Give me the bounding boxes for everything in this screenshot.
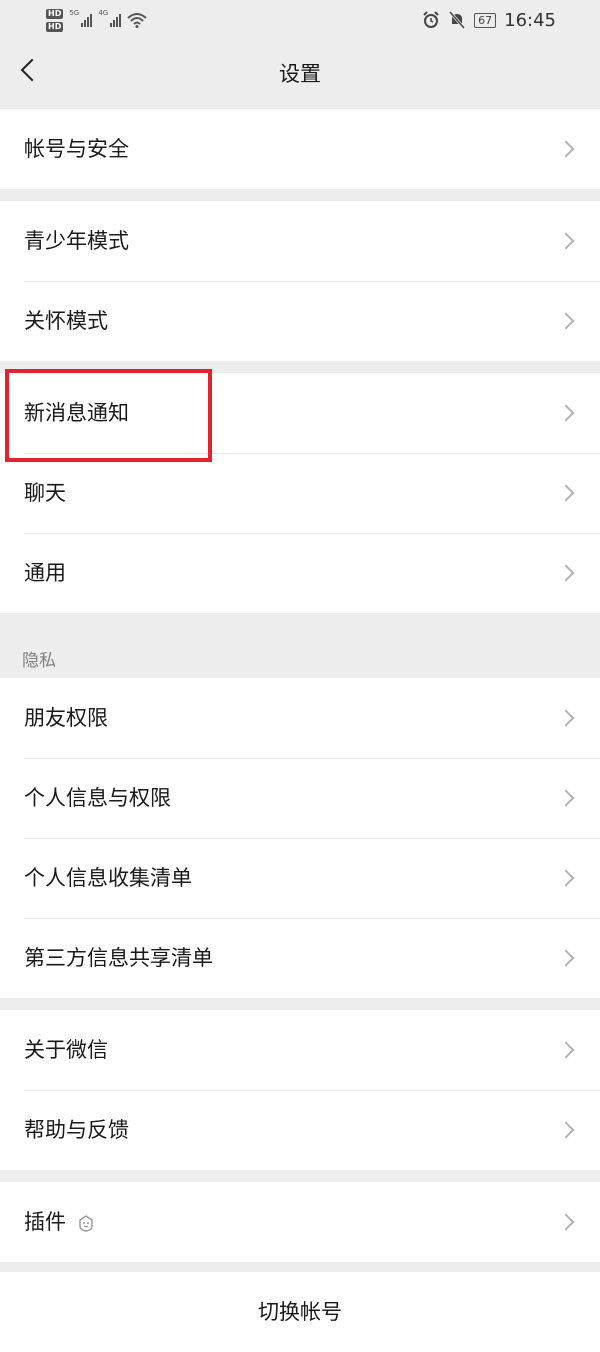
divider <box>24 281 600 282</box>
battery-indicator: 67 <box>474 12 497 28</box>
settings-item-label: 关怀模式 <box>24 309 108 333</box>
settings-item-account-security[interactable]: 帐号与安全 <box>0 109 600 189</box>
settings-group-about: 关于微信 帮助与反馈 <box>0 1010 600 1170</box>
chevron-right-icon <box>557 869 575 887</box>
divider <box>24 533 600 534</box>
settings-item-personal-info-permissions[interactable]: 个人信息与权限 <box>0 758 600 838</box>
settings-item-plugins[interactable]: 插件 <box>0 1182 600 1262</box>
settings-item-label: 第三方信息共享清单 <box>24 946 213 970</box>
settings-item-label: 插件 <box>24 1182 94 1262</box>
settings-item-general[interactable]: 通用 <box>0 533 600 613</box>
settings-group-plugins: 插件 <box>0 1182 600 1262</box>
clock: 16:45 <box>504 9 556 31</box>
switch-account-button[interactable]: 切换帐号 <box>0 1272 600 1352</box>
status-bar: HD HD 5G 4G 67 16:45 <box>0 0 600 40</box>
settings-item-label: 帐号与安全 <box>24 137 129 161</box>
chevron-right-icon <box>557 484 575 502</box>
plugin-badge-icon <box>79 1215 93 1232</box>
settings-item-label: 帮助与反馈 <box>24 1118 129 1142</box>
settings-item-friend-permissions[interactable]: 朋友权限 <box>0 678 600 758</box>
chevron-right-icon <box>557 789 575 807</box>
section-header-privacy: 隐私 <box>22 651 56 671</box>
settings-item-personal-info-collection[interactable]: 个人信息收集清单 <box>0 838 600 918</box>
settings-item-label: 青少年模式 <box>24 229 129 253</box>
wifi-icon <box>127 13 148 28</box>
settings-item-label: 聊天 <box>24 481 66 505</box>
chevron-right-icon <box>557 140 575 158</box>
settings-item-about-wechat[interactable]: 关于微信 <box>0 1010 600 1090</box>
chevron-right-icon <box>557 312 575 330</box>
highlight-box <box>5 369 212 462</box>
chevron-right-icon <box>557 404 575 422</box>
settings-item-help-feedback[interactable]: 帮助与反馈 <box>0 1090 600 1170</box>
signal-5g-icon: 5G <box>69 9 93 27</box>
chevron-right-icon <box>557 949 575 967</box>
mute-bell-icon <box>448 11 466 29</box>
chevron-right-icon <box>557 1121 575 1139</box>
settings-item-label: 个人信息与权限 <box>24 786 171 810</box>
hd-badge: HD <box>46 21 64 32</box>
plugins-label: 插件 <box>24 1210 66 1234</box>
chevron-right-icon <box>557 709 575 727</box>
settings-group-account: 帐号与安全 <box>0 109 600 189</box>
settings-item-care-mode[interactable]: 关怀模式 <box>0 281 600 361</box>
hd-badge: HD <box>46 8 64 19</box>
settings-item-label: 关于微信 <box>24 1038 108 1062</box>
settings-item-label: 朋友权限 <box>24 706 108 730</box>
settings-item-label: 个人信息收集清单 <box>24 866 192 890</box>
settings-item-label: 通用 <box>24 561 66 585</box>
navigation-bar: 设置 <box>0 40 600 108</box>
chevron-right-icon <box>557 564 575 582</box>
status-left: HD HD 5G 4G <box>46 4 148 36</box>
alarm-icon <box>423 11 439 28</box>
chevron-right-icon <box>557 232 575 250</box>
settings-group-privacy: 朋友权限 个人信息与权限 个人信息收集清单 第三方信息共享清单 <box>0 678 600 998</box>
signal-4g-icon: 4G <box>98 9 122 27</box>
settings-item-chat[interactable]: 聊天 <box>0 453 600 533</box>
chevron-right-icon <box>557 1213 575 1231</box>
settings-item-third-party-sharing[interactable]: 第三方信息共享清单 <box>0 918 600 998</box>
settings-group-modes: 青少年模式 关怀模式 <box>0 201 600 361</box>
switch-account-label: 切换帐号 <box>258 1300 342 1324</box>
page-title: 设置 <box>279 62 321 86</box>
settings-item-teen-mode[interactable]: 青少年模式 <box>0 201 600 281</box>
chevron-right-icon <box>557 1041 575 1059</box>
status-right: 67 16:45 <box>422 0 556 40</box>
